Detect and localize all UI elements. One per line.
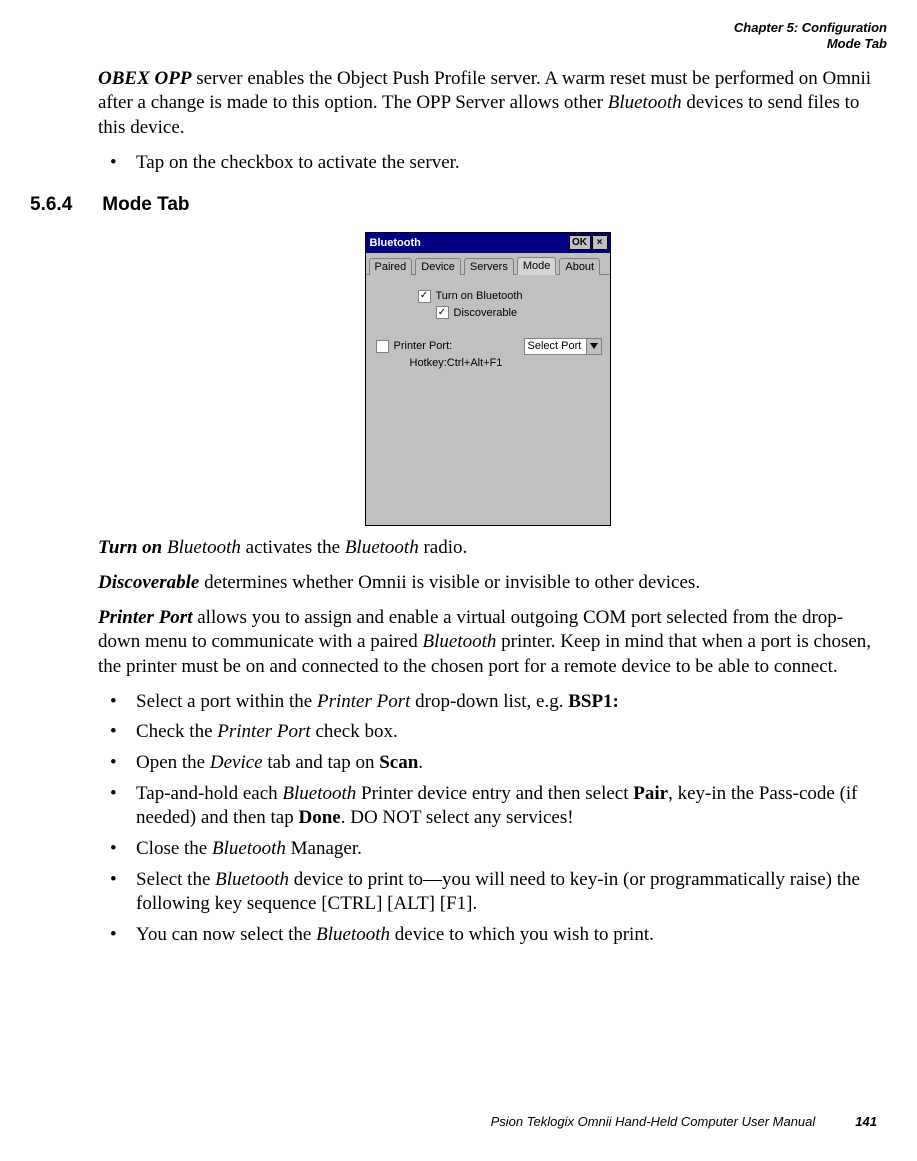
- s1a: Select a port within the: [136, 691, 317, 712]
- discoverable-desc: Discoverable determines whether Omnii is…: [98, 571, 877, 596]
- discoverable-row: ✓ Discoverable: [436, 306, 604, 320]
- printer-port-row: Printer Port: Select Port: [372, 338, 604, 355]
- s7b: Bluetooth: [316, 924, 390, 945]
- s3a: Open the: [136, 752, 210, 773]
- s1c: drop-down list, e.g.: [410, 691, 568, 712]
- dropdown-value: Select Port: [525, 339, 586, 353]
- close-button[interactable]: ×: [592, 235, 608, 250]
- discoverable-text: determines whether Omnii is visible or i…: [199, 572, 700, 593]
- s1d: BSP1:: [568, 691, 619, 712]
- bt-term-1: Bluetooth: [167, 537, 241, 558]
- bluetooth-window: Bluetooth OK × Paired Device Servers Mod…: [365, 232, 611, 526]
- page-footer: Psion Teklogix Omnii Hand-Held Computer …: [491, 1114, 877, 1131]
- tab-strip: Paired Device Servers Mode About: [366, 253, 610, 275]
- window-body: ✓ Turn on Bluetooth ✓ Discoverable Print…: [366, 275, 610, 525]
- section-number: 5.6.4: [30, 193, 72, 218]
- turn-on-end: radio.: [419, 537, 468, 558]
- tab-about[interactable]: About: [559, 258, 600, 275]
- s2a: Check the: [136, 721, 217, 742]
- s4f: Done: [298, 807, 340, 828]
- s7c: device to which you wish to print.: [390, 924, 654, 945]
- s4d: Pair: [633, 783, 668, 804]
- turn-on-bluetooth-row: ✓ Turn on Bluetooth: [418, 289, 604, 303]
- turn-on-bluetooth-checkbox[interactable]: ✓: [418, 290, 431, 303]
- window-titlebar: Bluetooth OK ×: [366, 233, 610, 253]
- tab-servers[interactable]: Servers: [464, 258, 514, 275]
- step-6: Select the Bluetooth device to print to—…: [98, 868, 877, 917]
- s5c: Manager.: [286, 838, 362, 859]
- section-title: Mode Tab: [102, 193, 189, 218]
- obex-label: OBEX OPP: [98, 68, 191, 89]
- s3c: tab and tap on: [263, 752, 380, 773]
- turn-on-bluetooth-label: Turn on Bluetooth: [436, 289, 523, 303]
- step-7: You can now select the Bluetooth device …: [98, 923, 877, 948]
- s5a: Close the: [136, 838, 212, 859]
- section-heading: 5.6.4 Mode Tab: [30, 193, 887, 218]
- printer-port-label: Printer Port:: [394, 339, 453, 353]
- turn-on-desc: Turn on Bluetooth activates the Bluetoot…: [98, 536, 877, 561]
- step-4: Tap-and-hold each Bluetooth Printer devi…: [98, 782, 877, 831]
- hotkey-label: Hotkey:Ctrl+Alt+F1: [372, 356, 604, 370]
- step-3: Open the Device tab and tap on Scan.: [98, 751, 877, 776]
- printer-port-checkbox[interactable]: [376, 340, 389, 353]
- s4c: Printer device entry and then select: [356, 783, 633, 804]
- intro-paragraph: OBEX OPP server enables the Object Push …: [98, 67, 877, 141]
- intro-bullet-1: Tap on the checkbox to activate the serv…: [98, 151, 877, 176]
- steps-list: Select a port within the Printer Port dr…: [98, 690, 877, 948]
- tab-paired[interactable]: Paired: [369, 258, 413, 275]
- s3d: Scan: [379, 752, 418, 773]
- s6b: Bluetooth: [215, 869, 289, 890]
- s2b: Printer Port: [217, 721, 310, 742]
- s3b: Device: [210, 752, 263, 773]
- s6a: Select the: [136, 869, 215, 890]
- bluetooth-term: Bluetooth: [608, 92, 682, 113]
- turn-on-term: Turn on: [98, 537, 162, 558]
- discoverable-term: Discoverable: [98, 572, 199, 593]
- s4a: Tap-and-hold each: [136, 783, 282, 804]
- page-number: 141: [855, 1114, 877, 1131]
- discoverable-label: Discoverable: [454, 306, 518, 320]
- header-section: Mode Tab: [30, 36, 887, 52]
- s3e: .: [418, 752, 423, 773]
- s5b: Bluetooth: [212, 838, 286, 859]
- s7a: You can now select the: [136, 924, 316, 945]
- footer-text: Psion Teklogix Omnii Hand-Held Computer …: [491, 1114, 816, 1131]
- chevron-down-icon: [586, 339, 601, 354]
- tab-mode[interactable]: Mode: [517, 257, 557, 275]
- screenshot-container: Bluetooth OK × Paired Device Servers Mod…: [98, 232, 877, 526]
- step-5: Close the Bluetooth Manager.: [98, 837, 877, 862]
- s4g: . DO NOT select any services!: [341, 807, 574, 828]
- page-header: Chapter 5: Configuration Mode Tab: [30, 20, 887, 53]
- printer-port-dropdown[interactable]: Select Port: [524, 338, 602, 355]
- header-chapter: Chapter 5: Configuration: [30, 20, 887, 36]
- bt-term-3: Bluetooth: [423, 631, 497, 652]
- step-2: Check the Printer Port check box.: [98, 720, 877, 745]
- turn-on-mid: activates the: [241, 537, 345, 558]
- discoverable-checkbox[interactable]: ✓: [436, 306, 449, 319]
- step-1: Select a port within the Printer Port dr…: [98, 690, 877, 715]
- printer-port-term: Printer Port: [98, 607, 192, 628]
- ok-button[interactable]: OK: [569, 235, 591, 250]
- intro-bullets: Tap on the checkbox to activate the serv…: [98, 151, 877, 176]
- bt-term-2: Bluetooth: [345, 537, 419, 558]
- s2c: check box.: [311, 721, 398, 742]
- s1b: Printer Port: [317, 691, 410, 712]
- window-title: Bluetooth: [368, 236, 568, 250]
- printer-port-desc: Printer Port allows you to assign and en…: [98, 606, 877, 680]
- s4b: Bluetooth: [282, 783, 356, 804]
- tab-device[interactable]: Device: [415, 258, 461, 275]
